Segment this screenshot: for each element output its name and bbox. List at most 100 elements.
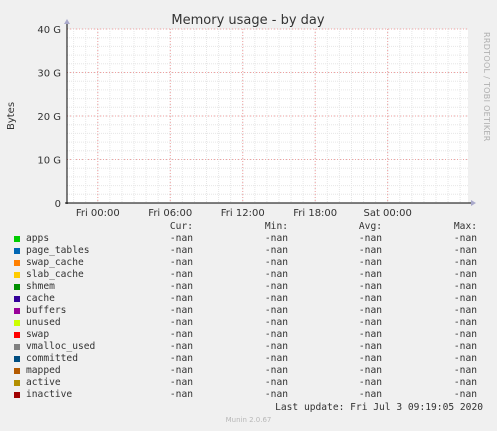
legend-item: page_tables -nan -nan -nan -nan bbox=[0, 245, 497, 257]
legend-value-cur: -nan bbox=[169, 257, 193, 268]
legend-value-min: -nan bbox=[264, 317, 288, 328]
legend-value-max: -nan bbox=[453, 329, 477, 340]
legend-item: cache -nan -nan -nan -nan bbox=[0, 293, 497, 305]
legend-swatch bbox=[14, 380, 20, 386]
y-tick-label: 40 G bbox=[37, 25, 61, 36]
chart-title: Memory usage - by day bbox=[171, 13, 324, 28]
legend-value-avg: -nan bbox=[358, 365, 382, 376]
legend-item: slab_cache -nan -nan -nan -nan bbox=[0, 269, 497, 281]
legend-value-avg: -nan bbox=[358, 293, 382, 304]
legend-series-name: active bbox=[26, 377, 61, 388]
legend-value-min: -nan bbox=[264, 269, 288, 280]
legend-value-min: -nan bbox=[264, 329, 288, 340]
legend-swatch bbox=[14, 236, 20, 242]
y-ticks: 0 10 G 20 G 30 G 40 G bbox=[37, 25, 61, 210]
legend-item: unused -nan -nan -nan -nan bbox=[0, 317, 497, 329]
legend-value-avg: -nan bbox=[358, 353, 382, 364]
legend-value-min: -nan bbox=[264, 245, 288, 256]
legend-value-cur: -nan bbox=[169, 389, 193, 400]
legend-value-min: -nan bbox=[264, 257, 288, 268]
y-axis-label: Bytes bbox=[6, 102, 17, 130]
legend-value-avg: -nan bbox=[358, 245, 382, 256]
legend-item: swap -nan -nan -nan -nan bbox=[0, 329, 497, 341]
rrdtool-credit: RRDTOOL / TOBI OETIKER bbox=[482, 32, 491, 142]
legend-series-name: slab_cache bbox=[26, 269, 84, 280]
legend-value-max: -nan bbox=[453, 365, 477, 376]
munin-version: Munin 2.0.67 bbox=[225, 416, 272, 424]
legend-series-name: unused bbox=[26, 317, 61, 328]
legend-item: swap_cache -nan -nan -nan -nan bbox=[0, 257, 497, 269]
legend-item: mapped -nan -nan -nan -nan bbox=[0, 365, 497, 377]
legend-value-cur: -nan bbox=[169, 329, 193, 340]
legend-value-max: -nan bbox=[453, 389, 477, 400]
legend-value-avg: -nan bbox=[358, 329, 382, 340]
legend-swatch bbox=[14, 344, 20, 350]
legend-value-avg: -nan bbox=[358, 389, 382, 400]
legend-value-max: -nan bbox=[453, 377, 477, 388]
legend-value-cur: -nan bbox=[169, 317, 193, 328]
legend-series-name: shmem bbox=[26, 281, 55, 292]
legend-series-name: vmalloc_used bbox=[26, 341, 96, 352]
legend-value-avg: -nan bbox=[358, 233, 382, 244]
x-ticks: Fri 00:00 Fri 06:00 Fri 12:00 Fri 18:00 Sat … bbox=[76, 208, 412, 219]
header-avg: Avg: bbox=[358, 221, 382, 232]
legend-series-name: apps bbox=[26, 233, 50, 244]
grid bbox=[67, 28, 468, 204]
legend-series-name: cache bbox=[26, 293, 55, 304]
legend-value-avg: -nan bbox=[358, 341, 382, 352]
legend-value-max: -nan bbox=[453, 245, 477, 256]
legend-item: buffers -nan -nan -nan -nan bbox=[0, 305, 497, 317]
legend-value-cur: -nan bbox=[169, 377, 193, 388]
legend-value-cur: -nan bbox=[169, 269, 193, 280]
legend-series-name: swap bbox=[26, 329, 50, 340]
legend-value-cur: -nan bbox=[169, 245, 193, 256]
header-cur: Cur: bbox=[169, 221, 193, 232]
y-tick-label: 30 G bbox=[37, 69, 61, 80]
memory-chart: Memory usage - by day Bytes RRDTOOL / TO… bbox=[6, 13, 491, 219]
legend-series-name: page_tables bbox=[26, 245, 90, 256]
legend-series-name: committed bbox=[26, 353, 78, 364]
legend-value-min: -nan bbox=[264, 281, 288, 292]
legend-value-avg: -nan bbox=[358, 257, 382, 268]
legend-value-min: -nan bbox=[264, 293, 288, 304]
legend-value-min: -nan bbox=[264, 353, 288, 364]
legend-value-max: -nan bbox=[453, 269, 477, 280]
legend-item: shmem -nan -nan -nan -nan bbox=[0, 281, 497, 293]
legend-value-min: -nan bbox=[264, 305, 288, 316]
legend-swatch bbox=[14, 296, 20, 302]
x-tick-label: Fri 06:00 bbox=[148, 208, 192, 219]
legend-swatch bbox=[14, 272, 20, 278]
legend-value-avg: -nan bbox=[358, 317, 382, 328]
legend-series-name: swap_cache bbox=[26, 257, 84, 268]
legend-value-min: -nan bbox=[264, 365, 288, 376]
legend-value-min: -nan bbox=[264, 341, 288, 352]
legend-value-cur: -nan bbox=[169, 341, 193, 352]
legend-value-max: -nan bbox=[453, 281, 477, 292]
legend-item: active -nan -nan -nan -nan bbox=[0, 377, 497, 389]
legend-value-cur: -nan bbox=[169, 233, 193, 244]
legend-series-name: mapped bbox=[26, 365, 61, 376]
legend-value-min: -nan bbox=[264, 377, 288, 388]
x-tick-label: Fri 12:00 bbox=[221, 208, 265, 219]
legend-value-min: -nan bbox=[264, 389, 288, 400]
legend-item: inactive -nan -nan -nan -nan bbox=[0, 389, 497, 401]
legend-value-cur: -nan bbox=[169, 293, 193, 304]
legend-swatch bbox=[14, 332, 20, 338]
legend-swatch bbox=[14, 308, 20, 314]
legend-value-avg: -nan bbox=[358, 269, 382, 280]
legend-value-max: -nan bbox=[453, 353, 477, 364]
legend-value-cur: -nan bbox=[169, 305, 193, 316]
legend-item: vmalloc_used -nan -nan -nan -nan bbox=[0, 341, 497, 353]
legend-swatch bbox=[14, 320, 20, 326]
legend-swatch bbox=[14, 260, 20, 266]
x-axis-arrow bbox=[471, 200, 476, 206]
y-tick-label: 0 bbox=[55, 199, 61, 210]
legend-value-avg: -nan bbox=[358, 377, 382, 388]
legend-swatch bbox=[14, 248, 20, 254]
x-tick-label: Fri 18:00 bbox=[293, 208, 337, 219]
legend-header: Cur: Min: Avg: Max: bbox=[0, 221, 497, 233]
legend-value-max: -nan bbox=[453, 305, 477, 316]
header-max: Max: bbox=[453, 221, 477, 232]
legend-value-max: -nan bbox=[453, 233, 477, 244]
legend-value-avg: -nan bbox=[358, 305, 382, 316]
